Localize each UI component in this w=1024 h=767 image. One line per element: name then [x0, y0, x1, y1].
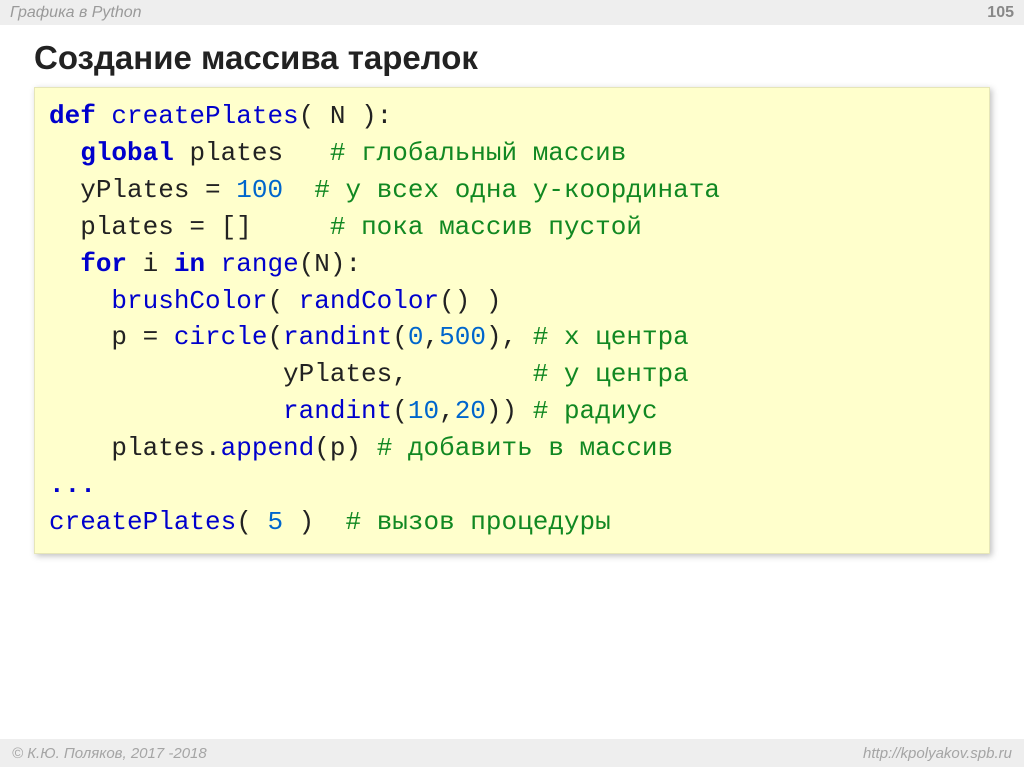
number: 5 — [267, 507, 283, 537]
kw-global: global — [80, 138, 174, 168]
comment: # добавить в массив — [377, 433, 673, 463]
comment: # y центра — [533, 359, 689, 389]
code-text: ( — [236, 507, 267, 537]
ellipsis: ... — [49, 470, 96, 500]
slide-title: Создание массива тарелок — [0, 25, 1024, 87]
number: 20 — [455, 396, 486, 426]
code-block: def createPlates( N ): global plates # г… — [34, 87, 990, 554]
comment: # x центра — [533, 322, 689, 352]
code-text — [283, 175, 314, 205]
code-text: )) — [486, 396, 533, 426]
number: 0 — [408, 322, 424, 352]
content-area: def createPlates( N ): global plates # г… — [0, 87, 1024, 739]
code-text — [49, 175, 80, 205]
code-text: ) — [283, 507, 345, 537]
fn-randColor: randColor — [299, 286, 439, 316]
code-text: p = — [111, 322, 173, 352]
code-text: i — [127, 249, 174, 279]
code-text: plates. — [111, 433, 220, 463]
code-text: (p) — [314, 433, 376, 463]
kw-for: for — [80, 249, 127, 279]
code-text — [49, 433, 111, 463]
slide-footer: © К.Ю. Поляков, 2017 -2018 http://kpolya… — [0, 739, 1024, 767]
code-text: plates — [174, 138, 330, 168]
fn-range: range — [221, 249, 299, 279]
code-text: , — [424, 322, 440, 352]
code-text: () ) — [439, 286, 501, 316]
code-text — [49, 212, 80, 242]
kw-def: def — [49, 101, 96, 131]
code-text: yPlates, — [283, 359, 533, 389]
fn-createPlates: createPlates — [111, 101, 298, 131]
kw-in: in — [174, 249, 205, 279]
code-text: ( — [392, 322, 408, 352]
fn-append: append — [221, 433, 315, 463]
code-text: ( — [267, 286, 298, 316]
comment: # вызов процедуры — [345, 507, 610, 537]
copyright: © К.Ю. Поляков, 2017 -2018 — [12, 745, 207, 762]
slide-header: Графика в Python 105 — [0, 0, 1024, 25]
page-number: 105 — [987, 4, 1014, 22]
code-text: ), — [486, 322, 533, 352]
code-text: yPlates = — [80, 175, 236, 205]
code-text: (N): — [299, 249, 361, 279]
code-text — [49, 396, 283, 426]
number: 100 — [236, 175, 283, 205]
fn-randint: randint — [283, 322, 392, 352]
fn-circle: circle — [174, 322, 268, 352]
fn-brushColor: brushColor — [111, 286, 267, 316]
code-text — [49, 322, 111, 352]
comment: # радиус — [533, 396, 658, 426]
code-text: ( — [267, 322, 283, 352]
code-text — [49, 359, 283, 389]
number: 500 — [439, 322, 486, 352]
number: 10 — [408, 396, 439, 426]
code-text: , — [439, 396, 455, 426]
code-text: plates = [] — [80, 212, 330, 242]
code-text — [49, 286, 111, 316]
header-topic: Графика в Python — [10, 4, 142, 22]
fn-createPlates-call: createPlates — [49, 507, 236, 537]
comment: # глобальный массив — [330, 138, 626, 168]
comment: # пока массив пустой — [330, 212, 642, 242]
code-text: ( N ): — [299, 101, 393, 131]
fn-randint: randint — [283, 396, 392, 426]
code-text: ( — [392, 396, 408, 426]
code-text — [205, 249, 221, 279]
footer-url: http://kpolyakov.spb.ru — [863, 745, 1012, 762]
slide: Графика в Python 105 Создание массива та… — [0, 0, 1024, 767]
comment: # у всех одна y-координата — [314, 175, 720, 205]
